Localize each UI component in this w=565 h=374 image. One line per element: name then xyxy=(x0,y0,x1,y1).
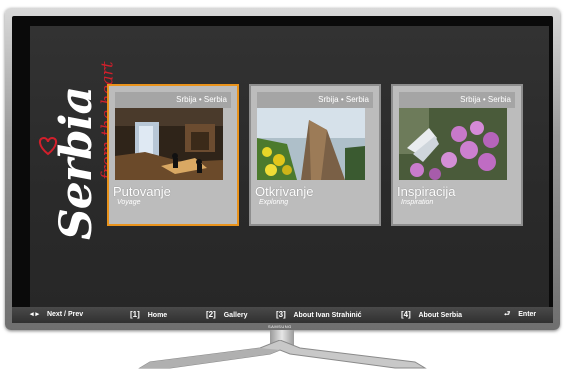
card-header: Srbija • Serbia xyxy=(257,92,373,108)
brand-wordmark: Serbia xyxy=(50,87,102,240)
tv-stand-base xyxy=(138,340,427,369)
tv-brand-logo: SAMSUNG xyxy=(268,324,292,329)
card-subtitle: Voyage xyxy=(117,199,141,206)
nav-gallery[interactable]: [2] Gallery xyxy=(206,307,247,323)
nav-about-serbia[interactable]: [4] About Serbia xyxy=(401,307,462,323)
brand-logo: Serbia from the heart xyxy=(38,61,118,256)
nav-enter[interactable]: ⮐ Enter xyxy=(504,307,536,323)
card-subtitle: Exploring xyxy=(259,199,289,206)
card-header: Srbija • Serbia xyxy=(115,92,231,108)
card-photo-flowers xyxy=(399,108,507,180)
card-inspiracija[interactable]: Srbija • Serbia Inspiracija Inspiration xyxy=(391,84,523,226)
left-right-arrows-icon: ◂ ▸ xyxy=(30,311,39,318)
card-title: Putovanje xyxy=(113,184,171,199)
card-otkrivanje[interactable]: Srbija • Serbia Otkrivanje Exploring xyxy=(249,84,381,226)
hotkey-bar: ◂ ▸ Next / Prev [1] Home [2] Gallery [3]… xyxy=(12,307,553,323)
card-photo-cave xyxy=(115,108,223,180)
nav-home[interactable]: [1] Home xyxy=(130,307,167,323)
nav-next-prev[interactable]: ◂ ▸ Next / Prev xyxy=(30,307,83,323)
nav-about-author[interactable]: [3] About Ivan Strahinić xyxy=(276,307,362,323)
app-screen: Serbia from the heart Srbija • Serbia Pu… xyxy=(30,26,549,308)
card-title: Otkrivanje xyxy=(255,184,314,199)
card-title: Inspiracija xyxy=(397,184,456,199)
card-putovanje[interactable]: Srbija • Serbia Putovanje Voyage xyxy=(107,84,239,226)
card-photo-canyon xyxy=(257,108,365,180)
card-header: Srbija • Serbia xyxy=(399,92,515,108)
enter-icon: ⮐ xyxy=(504,311,511,318)
card-subtitle: Inspiration xyxy=(401,199,434,206)
